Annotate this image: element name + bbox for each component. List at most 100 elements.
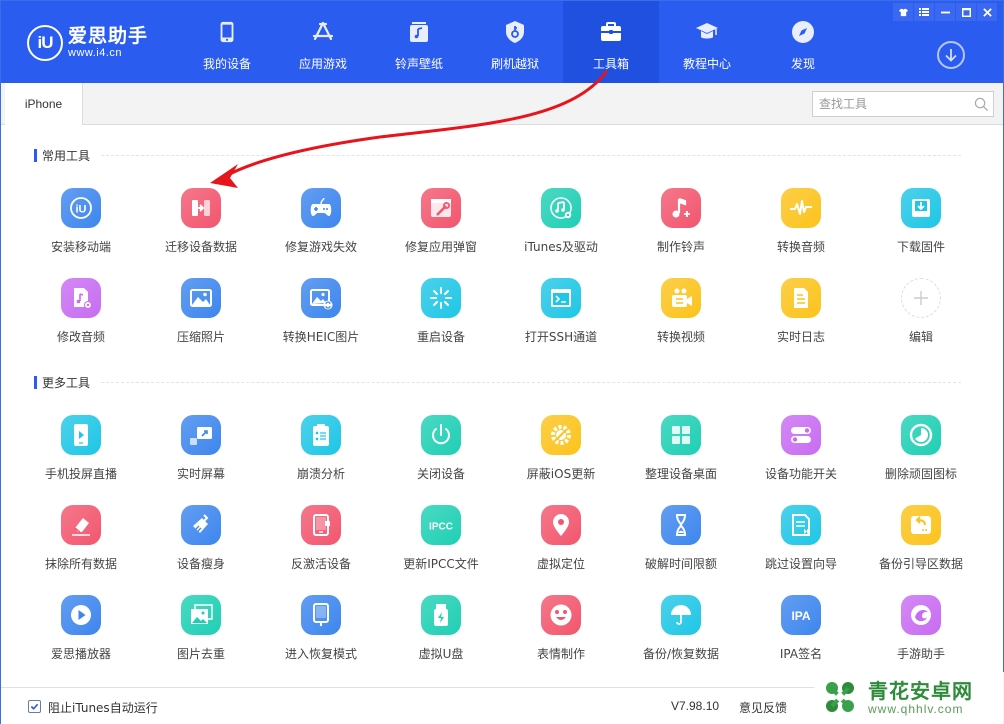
tool-gamepad[interactable]: 修复游戏失效 xyxy=(261,184,381,274)
tool-migrate-data[interactable]: 迁移设备数据 xyxy=(141,184,261,274)
tool-hourglass[interactable]: 破解时间限额 xyxy=(621,501,741,591)
brush-icon xyxy=(181,505,221,545)
tool-ipa[interactable]: IPA IPA签名 xyxy=(741,591,861,681)
download-manager-button[interactable] xyxy=(937,41,965,69)
tool-image[interactable]: 压缩照片 xyxy=(141,274,261,364)
tool-pie-clock[interactable]: 删除顽固图标 xyxy=(861,411,981,501)
tool-umbrella[interactable]: 备份/恢复数据 xyxy=(621,591,741,681)
tool-label: 删除顽固图标 xyxy=(884,467,957,481)
tab-iphone[interactable]: iPhone xyxy=(5,83,83,125)
menu-button[interactable] xyxy=(914,3,934,21)
nav-ringtones[interactable]: 铃声壁纸 xyxy=(371,1,467,83)
tool-music-note-plus[interactable]: 制作铃声 xyxy=(621,184,741,274)
tool-label: 修复应用弹窗 xyxy=(404,240,477,254)
tool-terminal[interactable]: 打开SSH通道 xyxy=(501,274,621,364)
tool-itunes-driver[interactable]: iTunes及驱动 xyxy=(501,184,621,274)
tool-label: 破解时间限额 xyxy=(644,557,717,571)
images-dedupe-icon xyxy=(181,595,221,635)
tool-log-document[interactable]: 实时日志 xyxy=(741,274,861,364)
nav-tutorials[interactable]: 教程中心 xyxy=(659,1,755,83)
tool-play-circle[interactable]: 爱思播放器 xyxy=(21,591,141,681)
tool-images-dedupe[interactable]: 图片去重 xyxy=(141,591,261,681)
tool-grid[interactable]: 整理设备桌面 xyxy=(621,411,741,501)
skin-button[interactable] xyxy=(893,3,913,21)
watermark-url: www.qhhlv.com xyxy=(868,702,964,716)
search-input[interactable] xyxy=(813,92,969,116)
tool-image-convert[interactable]: 转换HEIC图片 xyxy=(261,274,381,364)
tool-video-camera[interactable]: 转换视频 xyxy=(621,274,741,364)
window-controls xyxy=(892,3,997,21)
section-more-title: 更多工具 xyxy=(34,375,90,390)
graduation-cap-icon xyxy=(694,19,720,45)
tool-clipboard-list[interactable]: 崩溃分析 xyxy=(261,411,381,501)
phone-play-icon xyxy=(61,415,101,455)
common-tools-grid: iU 安装移动端 迁移设备数据 修复游戏失效 修复应用弹窗 iTunes及驱动 制作铃声 转换… xyxy=(21,184,981,364)
pie-clock-icon xyxy=(901,415,941,455)
tool-tablet-cable[interactable]: 进入恢复模式 xyxy=(261,591,381,681)
tool-window-wrench[interactable]: 修复应用弹窗 xyxy=(381,184,501,274)
tool-phone-play[interactable]: 手机投屏直播 xyxy=(21,411,141,501)
tool-eraser[interactable]: 抹除所有数据 xyxy=(21,501,141,591)
nav-my-device[interactable]: 我的设备 xyxy=(179,1,275,83)
nav-label: 刷机越狱 xyxy=(490,57,539,71)
nav-label: 工具箱 xyxy=(592,57,629,71)
tool-label: 实时屏幕 xyxy=(176,467,225,481)
menu-icon xyxy=(919,8,929,16)
tool-gear-blocked[interactable]: 屏蔽iOS更新 xyxy=(501,411,621,501)
download-arrow-icon xyxy=(945,49,957,62)
tool-tablet-deactivate[interactable]: 反激活设备 xyxy=(261,501,381,591)
plus-icon xyxy=(901,278,941,318)
tool-i4-install[interactable]: iU 安装移动端 xyxy=(21,184,141,274)
section-divider xyxy=(101,382,961,383)
gamepad-icon xyxy=(301,188,341,228)
tool-download-firmware[interactable]: 下载固件 xyxy=(861,184,981,274)
tool-skip-setup[interactable]: 跳过设置向导 xyxy=(741,501,861,591)
i4-install-icon: iU xyxy=(61,188,101,228)
tool-waveform[interactable]: 转换音频 xyxy=(741,184,861,274)
minimize-button[interactable] xyxy=(935,3,955,21)
tool-audio-file-gear[interactable]: 修改音频 xyxy=(21,274,141,364)
tool-plus[interactable]: 编辑 xyxy=(861,274,981,364)
tool-label: 抹除所有数据 xyxy=(44,557,117,571)
compass-icon xyxy=(790,19,816,45)
tool-label: 打开SSH通道 xyxy=(524,330,598,344)
tool-label: 备份引导区数据 xyxy=(878,557,963,571)
tool-brush[interactable]: 设备瘦身 xyxy=(141,501,261,591)
umbrella-icon xyxy=(661,595,701,635)
tool-location-pin[interactable]: 虚拟定位 xyxy=(501,501,621,591)
nav-label: 发现 xyxy=(790,57,815,71)
app-window: iU 爱思助手 www.i4.cn 我的设备 应用游戏 铃声壁纸 刷机越狱 工具… xyxy=(0,0,1004,724)
section-marker xyxy=(34,375,37,389)
nav-apps-games[interactable]: 应用游戏 xyxy=(275,1,371,83)
tool-smiley[interactable]: 表情制作 xyxy=(501,591,621,681)
feedback-link[interactable]: 意见反馈 xyxy=(739,699,787,716)
tool-label: 手机投屏直播 xyxy=(44,467,117,481)
skip-setup-icon xyxy=(781,505,821,545)
image-convert-icon xyxy=(301,278,341,318)
tool-power[interactable]: 关闭设备 xyxy=(381,411,501,501)
tool-ipcc[interactable]: IPCC 更新IPCC文件 xyxy=(381,501,501,591)
tool-restart-spinner[interactable]: 重启设备 xyxy=(381,274,501,364)
nav-toolbox[interactable]: 工具箱 xyxy=(563,1,659,83)
tool-game-assistant[interactable]: 手游助手 xyxy=(861,591,981,681)
close-button[interactable] xyxy=(977,3,997,21)
tool-label: 手游助手 xyxy=(896,647,945,661)
tool-label: 崩溃分析 xyxy=(296,467,345,481)
music-note-plus-icon xyxy=(661,188,701,228)
tool-label: 更新IPCC文件 xyxy=(403,557,479,571)
tool-toggle-switches[interactable]: 设备功能开关 xyxy=(741,411,861,501)
tool-label: 编辑 xyxy=(908,330,933,344)
tool-drive-backup[interactable]: 备份引导区数据 xyxy=(861,501,981,591)
gear-blocked-icon xyxy=(541,415,581,455)
block-itunes-label[interactable]: 阻止iTunes自动运行 xyxy=(48,699,158,716)
tool-screen-mirror[interactable]: 实时屏幕 xyxy=(141,411,261,501)
nav-flash-jailbreak[interactable]: 刷机越狱 xyxy=(467,1,563,83)
site-watermark: 青花安卓网 www.qhhlv.com xyxy=(814,672,1004,724)
tool-usb-drive[interactable]: 虚拟U盘 xyxy=(381,591,501,681)
search-icon[interactable] xyxy=(969,92,993,116)
tool-label: 设备瘦身 xyxy=(176,557,225,571)
main-nav: 我的设备 应用游戏 铃声壁纸 刷机越狱 工具箱 教程中心 发现 xyxy=(179,1,851,83)
block-itunes-checkbox[interactable] xyxy=(28,700,41,713)
maximize-button[interactable] xyxy=(956,3,976,21)
nav-discover[interactable]: 发现 xyxy=(755,1,851,83)
